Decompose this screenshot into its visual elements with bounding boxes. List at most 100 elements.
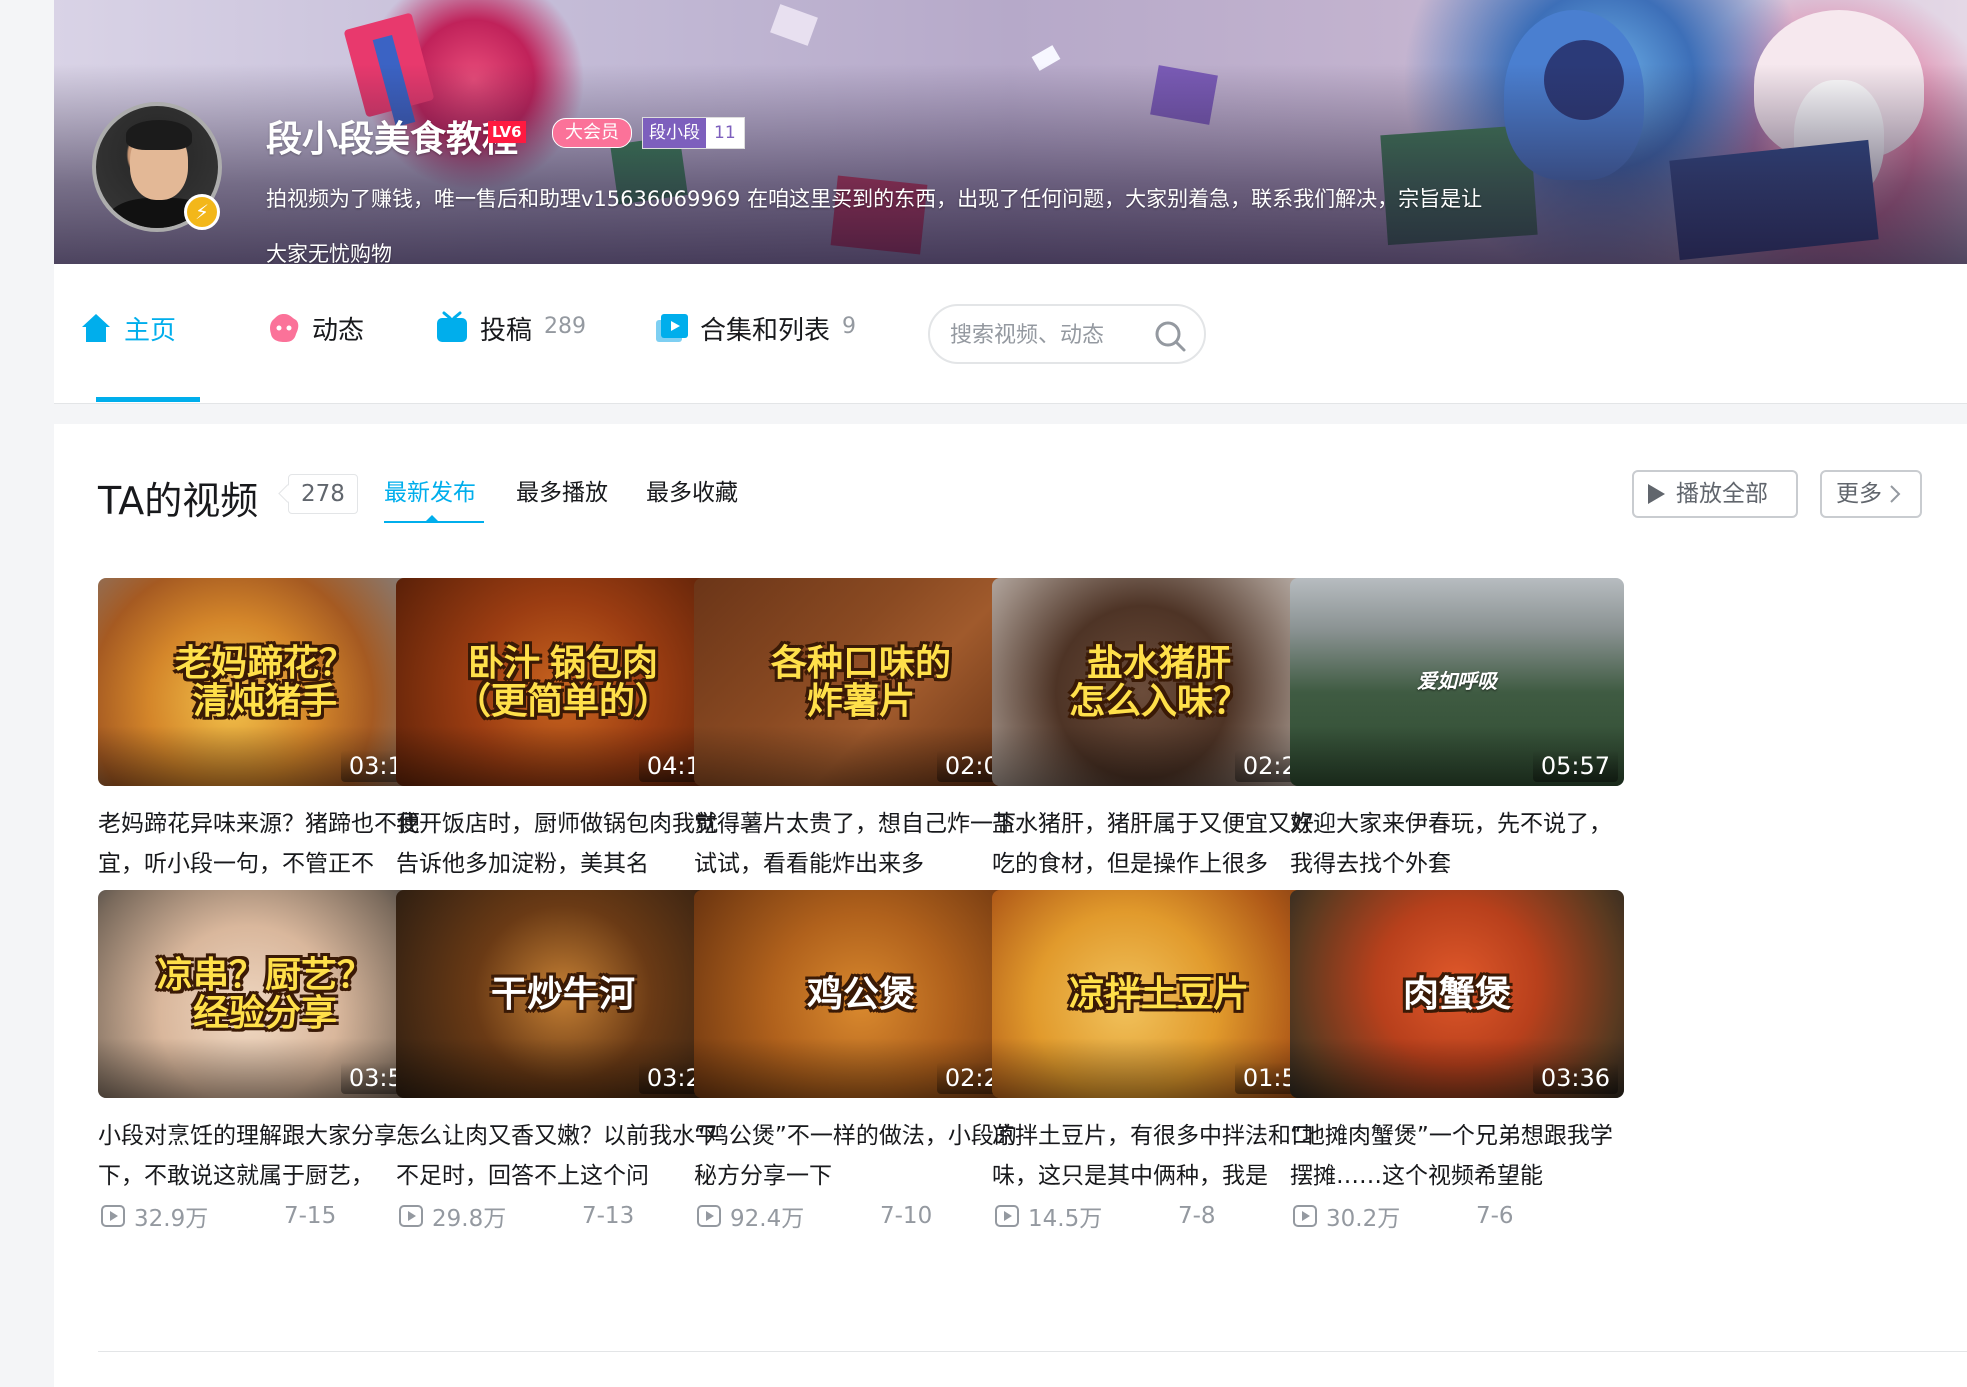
video-thumbnail[interactable]: 肉蟹煲 03:36 <box>1290 890 1624 1098</box>
sort-indicator <box>384 521 484 523</box>
video-thumbnail[interactable]: 干炒牛河 03:26 <box>396 890 730 1098</box>
video-card[interactable]: 凉串？厨艺？ 经验分享 03:57 小段对烹饪的理解跟大家分享一下，不敢说这就属于厨… <box>98 890 432 1234</box>
video-meta: 30.2万 7-6 <box>1290 1198 1624 1234</box>
play-all-label: 播放全部 <box>1676 481 1768 507</box>
video-meta: 29.8万 7-13 <box>396 1198 730 1234</box>
video-thumbnail[interactable]: 老妈蹄花？ 清炖猪手 03:16 <box>98 578 432 786</box>
video-thumbnail[interactable]: 爱如呼吸 05:57 <box>1290 578 1624 786</box>
publish-date: 7-15 <box>284 1203 337 1229</box>
video-title[interactable]: 凉拌土豆片，有很多中拌法和口味，这只是其中俩种，我是 <box>992 1116 1326 1196</box>
level-badge[interactable]: LV6 <box>488 121 526 143</box>
videos-panel: TA的视频 278 最新发布 最多播放 最多收藏 播放全部 更多 老妈蹄花？ 清… <box>54 424 1967 1387</box>
thumbnail-caption: 凉串？厨艺？ 经验分享 <box>156 954 373 1033</box>
fan-medal[interactable]: 段小段 11 <box>642 117 745 149</box>
video-thumbnail[interactable]: 各种口味的 炸薯片 02:08 <box>694 578 1028 786</box>
video-duration: 05:57 <box>1532 750 1618 782</box>
thumbnail-caption: 凉拌土豆片 <box>1068 973 1249 1014</box>
sort-tab-most-played[interactable]: 最多播放 <box>516 474 608 512</box>
profile-nav: 主页 动态 投稿 289 合集和列表 9 <box>54 264 1967 404</box>
video-duration: 03:36 <box>1532 1062 1618 1094</box>
more-label: 更多 <box>1836 481 1882 507</box>
video-title[interactable]: 我开饭店时，厨师做锅包肉我就告诉他多加淀粉，美其名 <box>396 804 730 884</box>
video-card[interactable]: 盐水猪肝 怎么入味？ 02:28 盐水猪肝，猪肝属于又便宜又好吃的食材，但是操作上很… <box>992 578 1326 922</box>
thumbnail-caption: 盐水猪肝 怎么入味？ <box>1068 642 1249 721</box>
video-title[interactable]: 盐水猪肝，猪肝属于又便宜又好吃的食材，但是操作上很多 <box>992 804 1326 884</box>
video-card[interactable]: 干炒牛河 03:26 怎么让肉又香又嫩？以前我水平不足时，回答不上这个问 29.8万 7… <box>396 890 730 1234</box>
tab-home[interactable]: 主页 <box>78 310 176 382</box>
tab-dynamic[interactable]: 动态 <box>266 310 364 382</box>
publish-date: 7-6 <box>1476 1203 1514 1229</box>
video-title[interactable]: 小段对烹饪的理解跟大家分享一下，不敢说这就属于厨艺， <box>98 1116 432 1196</box>
publish-date: 7-10 <box>880 1203 933 1229</box>
sort-tab-most-favorited[interactable]: 最多收藏 <box>646 474 738 512</box>
collections-count: 9 <box>842 314 857 339</box>
video-card[interactable]: 凉拌土豆片 01:58 凉拌土豆片，有很多中拌法和口味，这只是其中俩种，我是 14.5… <box>992 890 1326 1234</box>
play-count-icon <box>101 1205 125 1227</box>
chevron-right-icon <box>1890 485 1901 503</box>
thumbnail-caption: 肉蟹煲 <box>1402 973 1511 1014</box>
video-card[interactable]: 各种口味的 炸薯片02:08觉得薯片太贵了，想自己炸一下试试，看看能炸出来多12… <box>694 578 1028 922</box>
video-thumbnail[interactable]: 卧汁 锅包肉 （更简单的） 04:11 <box>396 578 730 786</box>
video-card[interactable]: 爱如呼吸05:57欢迎大家来伊春玩，先不说了，我得去找个外套3.3万7-17 <box>1290 578 1624 922</box>
publish-date: 7-8 <box>1178 1203 1216 1229</box>
video-title[interactable]: “地摊肉蟹煲”一个兄弟想跟我学摆摊……这个视频希望能 <box>1290 1116 1624 1196</box>
space-search <box>928 304 1206 364</box>
video-card[interactable]: 老妈蹄花？ 清炖猪手 03:16 老妈蹄花异味来源？猪蹄也不便宜，听小段一句，不管正… <box>98 578 432 922</box>
profile-banner: ⚡ 段小段美食教程 LV6 大会员 段小段 11 拍视频为了赚钱，唯一售后和助理… <box>54 0 1967 264</box>
video-thumbnail[interactable]: 盐水猪肝 怎么入味？ 02:28 <box>992 578 1326 786</box>
video-card[interactable]: 卧汁 锅包肉 （更简单的） 04:11 我开饭店时，厨师做锅包肉我就告诉他多加淀粉，… <box>396 578 730 922</box>
section-title: TA的视频 <box>98 479 259 523</box>
tab-posts[interactable]: 投稿 289 <box>434 310 586 382</box>
video-title[interactable]: 怎么让肉又香又嫩？以前我水平不足时，回答不上这个问 <box>396 1116 730 1196</box>
home-icon <box>82 314 110 342</box>
thumbnail-caption: 干炒牛河 <box>490 973 635 1014</box>
play-count-icon <box>697 1205 721 1227</box>
thumbnail-caption: 各种口味的 炸薯片 <box>770 642 951 721</box>
sort-caret-icon <box>426 515 438 521</box>
video-thumbnail[interactable]: 鸡公煲 02:21 <box>694 890 1028 1098</box>
play-count: 14.5万 <box>1028 1206 1103 1232</box>
play-count: 32.9万 <box>134 1206 209 1232</box>
profile-sign: 拍视频为了赚钱，唯一售后和助理v15636069969 在咱这里买到的东西，出现… <box>266 187 1483 264</box>
posts-count: 289 <box>544 314 587 339</box>
video-thumbnail[interactable]: 凉串？厨艺？ 经验分享 03:57 <box>98 890 432 1098</box>
video-meta: 92.4万 7-10 <box>694 1198 1028 1234</box>
tab-posts-label: 投稿 <box>480 316 533 346</box>
play-count-icon <box>995 1205 1019 1227</box>
video-card[interactable]: 鸡公煲 02:21 “鸡公煲”不一样的做法，小段的秘方分享一下 92.4万 7-10 <box>694 890 1028 1234</box>
active-tab-indicator <box>96 397 200 402</box>
video-count: 278 <box>288 474 358 514</box>
play-count: 92.4万 <box>730 1206 805 1232</box>
video-thumbnail[interactable]: 凉拌土豆片 01:58 <box>992 890 1326 1098</box>
video-title[interactable]: “鸡公煲”不一样的做法，小段的秘方分享一下 <box>694 1116 1028 1196</box>
play-count-icon <box>399 1205 423 1227</box>
video-meta: 14.5万 7-8 <box>992 1198 1326 1234</box>
tab-collections[interactable]: 合集和列表 9 <box>654 310 856 382</box>
video-meta: 32.9万 7-15 <box>98 1198 432 1234</box>
collection-icon <box>656 314 688 342</box>
play-count-icon <box>1293 1205 1317 1227</box>
sort-tab-latest[interactable]: 最新发布 <box>384 474 476 512</box>
tab-dynamic-label: 动态 <box>312 316 365 346</box>
search-input[interactable] <box>950 318 1150 352</box>
tv-icon <box>437 311 467 342</box>
search-icon[interactable] <box>1152 318 1188 354</box>
thumbnail-caption: 老妈蹄花？ 清炖猪手 <box>174 642 355 721</box>
more-button[interactable]: 更多 <box>1820 470 1922 518</box>
thumbnail-caption: 卧汁 锅包肉 （更简单的） <box>454 642 671 721</box>
fan-medal-level: 11 <box>706 118 744 148</box>
tab-home-label: 主页 <box>124 316 177 346</box>
play-icon <box>1648 484 1665 504</box>
video-title[interactable]: 欢迎大家来伊春玩，先不说了，我得去找个外套 <box>1290 804 1624 884</box>
video-title[interactable]: 老妈蹄花异味来源？猪蹄也不便宜，听小段一句，不管正不 <box>98 804 432 884</box>
play-count: 29.8万 <box>432 1206 507 1232</box>
vip-badge[interactable]: 大会员 <box>552 118 632 148</box>
username[interactable]: 段小段美食教程 <box>266 110 518 162</box>
section-divider <box>98 1351 1967 1352</box>
verified-lightning-icon: ⚡ <box>184 194 220 230</box>
video-card[interactable]: 肉蟹煲 03:36 “地摊肉蟹煲”一个兄弟想跟我学摆摊……这个视频希望能 30.2万 7… <box>1290 890 1624 1234</box>
publish-date: 7-13 <box>582 1203 635 1229</box>
play-count: 30.2万 <box>1326 1206 1401 1232</box>
video-title[interactable]: 觉得薯片太贵了，想自己炸一下试试，看看能炸出来多 <box>694 804 1028 884</box>
play-all-button[interactable]: 播放全部 <box>1632 470 1798 518</box>
